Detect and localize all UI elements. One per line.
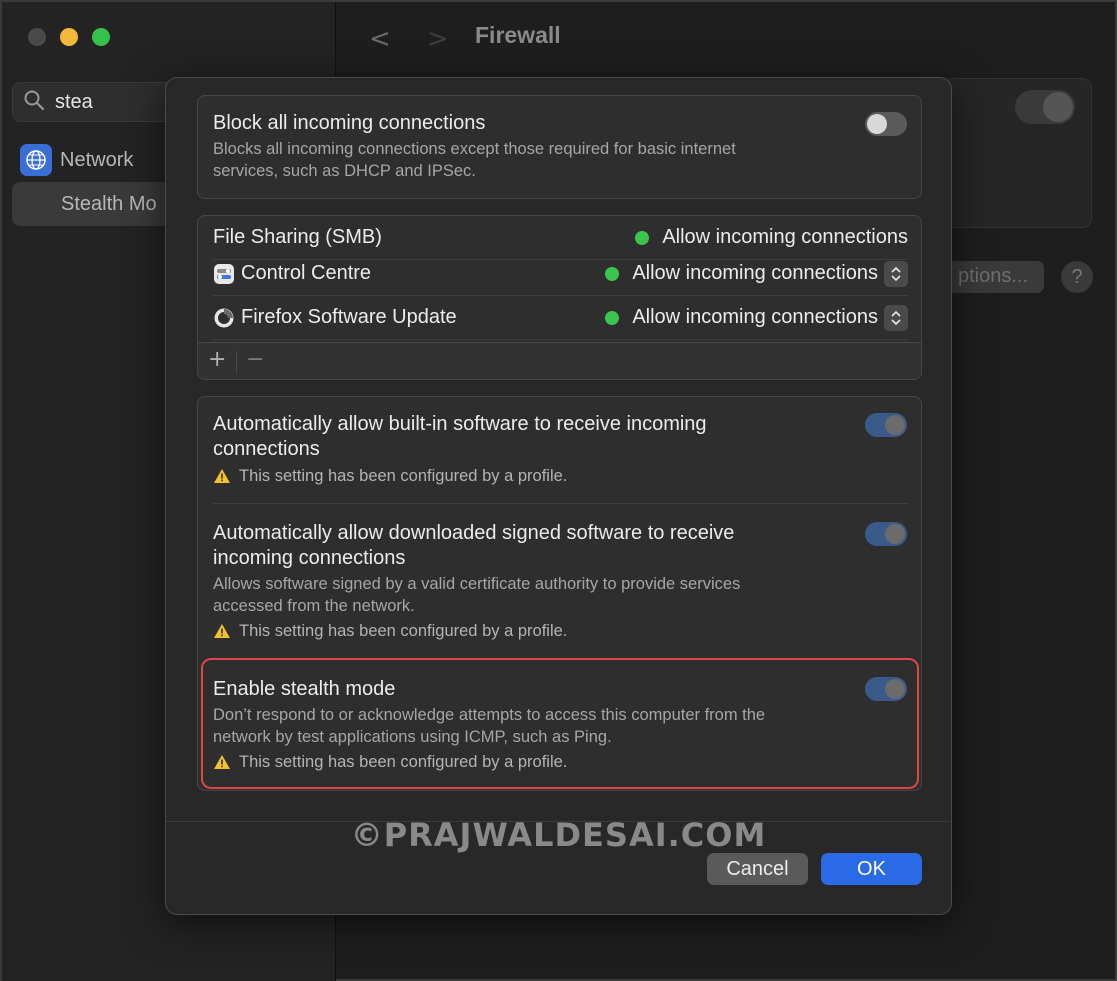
search-icon [23,89,45,116]
watermark: ©PRAJWALDESAI.COM [350,816,767,854]
auto-signed-toggle[interactable] [865,522,907,546]
title-bar: < > Firewall [337,2,1117,72]
zoom-window-button[interactable] [92,28,110,46]
sidebar-item-label: Network [60,148,134,171]
app-name: File Sharing (SMB) [213,226,382,248]
app-status: Allow incoming connections [635,226,908,249]
auto-builtin-row: Automatically allow built-in software to… [213,412,853,487]
window-title: Firewall [475,22,561,48]
profile-warning: This setting has been configured by a pr… [213,620,853,642]
block-all-title: Block all incoming connections [213,112,486,134]
app-status-popup[interactable]: Allow incoming connections [605,260,908,287]
globe-icon [20,144,52,176]
updown-chevron-icon[interactable] [884,260,908,287]
status-dot-icon [635,230,650,245]
minimize-window-button[interactable] [60,28,78,46]
background-firewall-toggle[interactable] [1015,90,1075,124]
forward-chevron-icon[interactable]: > [427,24,449,54]
block-all-toggle[interactable] [865,112,907,136]
row-divider [213,503,908,504]
block-all-description: Blocks all incoming connections except t… [213,140,736,180]
toolbar-separator [236,351,237,373]
status-dot-icon [605,310,620,325]
control-centre-icon [213,263,235,285]
auto-signed-title: Automatically allow downloaded signed so… [213,522,735,569]
app-list-toolbar: + − [198,342,921,379]
ok-button[interactable]: OK [821,853,922,885]
help-button[interactable]: ? [1061,261,1093,293]
close-window-button[interactable] [28,28,46,46]
block-all-group: Block all incoming connections Blocks al… [197,95,922,199]
status-dot-icon [605,266,620,281]
firewall-options-sheet: Block all incoming connections Blocks al… [165,77,952,915]
auto-builtin-title: Automatically allow built-in software to… [213,413,707,460]
auto-signed-row: Automatically allow downloaded signed so… [213,521,853,642]
remove-app-button[interactable]: − [246,347,264,372]
warning-icon [214,469,230,483]
app-name: Control Centre [241,262,372,284]
app-status-popup[interactable]: Allow incoming connections [605,304,908,331]
app-name: Firefox Software Update [241,306,457,328]
app-row-control-centre[interactable]: Control Centre Allow incoming connection… [213,252,908,296]
app-list-group: File Sharing (SMB) Allow incoming connec… [197,215,922,380]
back-chevron-icon[interactable]: < [369,24,391,54]
updown-chevron-icon[interactable] [884,304,908,331]
auto-builtin-toggle[interactable] [865,413,907,437]
app-row-firefox-update[interactable]: Firefox Software Update Allow incoming c… [213,296,908,340]
stealth-mode-highlight-box [201,658,919,789]
sidebar-item-network[interactable]: Network [20,144,133,176]
warning-icon [214,624,230,638]
profile-warning: This setting has been configured by a pr… [213,465,853,487]
auto-signed-description: Allows software signed by a valid certif… [213,575,741,615]
cancel-button[interactable]: Cancel [707,853,808,885]
firefox-icon [213,307,235,329]
add-app-button[interactable]: + [208,347,226,372]
